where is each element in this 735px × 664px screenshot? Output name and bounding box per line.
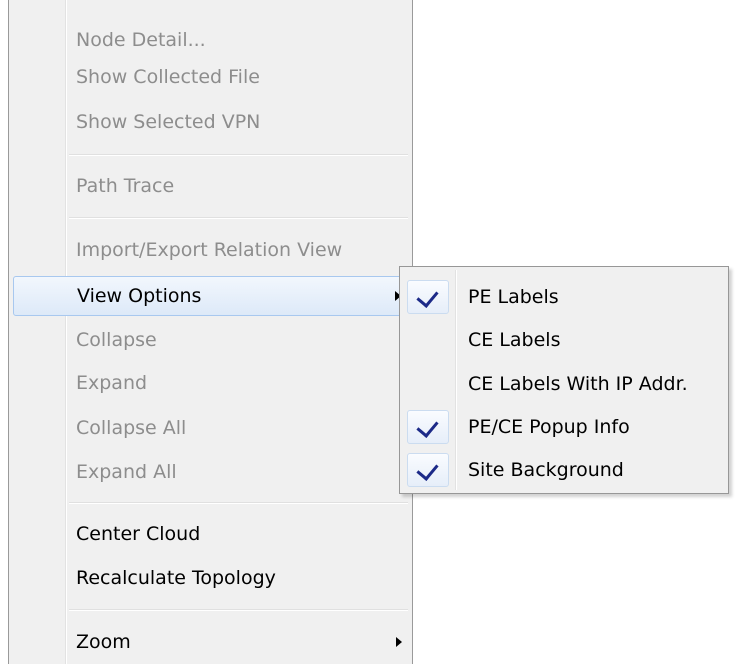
menu-separator — [69, 502, 408, 504]
menu-item-label: Collapse All — [76, 417, 187, 439]
menu-item-label: Path Trace — [76, 175, 175, 197]
menu-item-label: Center Cloud — [76, 523, 201, 545]
checkmark-icon — [416, 458, 439, 481]
menu-item-label: Collapse — [76, 329, 157, 351]
checkmark-icon — [416, 285, 439, 308]
submenu-item-pe-labels[interactable]: PE Labels — [403, 276, 725, 318]
menu-item-center-cloud[interactable]: Center Cloud — [13, 514, 408, 554]
menu-item-label: Expand All — [76, 461, 177, 483]
menu-item-label: Node Detail... — [76, 29, 206, 51]
menu-item-show-selected-vpn: Show Selected VPN — [13, 102, 408, 142]
submenu-item-pe-ce-popup-info[interactable]: PE/CE Popup Info — [403, 406, 725, 448]
menu-item-show-collected-file: Show Collected File — [13, 57, 408, 97]
view-options-submenu: PE Labels CE Labels CE Labels With IP Ad… — [399, 266, 729, 494]
menu-item-expand-all: Expand All — [13, 452, 408, 492]
submenu-item-ce-labels-with-ip-addr[interactable]: CE Labels With IP Addr. — [403, 363, 725, 405]
submenu-item-label: PE Labels — [468, 286, 559, 308]
menu-item-zoom[interactable]: Zoom — [13, 622, 408, 662]
menu-item-label: Import/Export Relation View — [76, 239, 343, 261]
menu-separator — [69, 217, 408, 219]
submenu-arrow-icon — [396, 637, 402, 647]
menu-separator — [69, 609, 408, 611]
menu-item-collapse-all: Collapse All — [13, 408, 408, 448]
menu-item-recalculate-topology[interactable]: Recalculate Topology — [13, 558, 408, 598]
checkmark-icon — [416, 415, 439, 438]
menu-item-import-export-relation-view: Import/Export Relation View — [13, 230, 408, 270]
menu-separator — [69, 154, 408, 156]
menu-item-expand: Expand — [13, 363, 408, 403]
menu-item-label: Show Collected File — [76, 66, 260, 88]
checkbox-checked — [407, 280, 449, 314]
submenu-item-label: Site Background — [468, 459, 624, 481]
checkbox-checked — [407, 453, 449, 487]
menu-item-label: Zoom — [76, 631, 131, 653]
submenu-item-label: CE Labels — [468, 329, 561, 351]
menu-item-label: Show Selected VPN — [76, 111, 261, 133]
submenu-item-ce-labels[interactable]: CE Labels — [403, 319, 725, 361]
context-menu: Node Detail... Show Collected File Show … — [8, 0, 413, 664]
submenu-item-label: PE/CE Popup Info — [468, 416, 630, 438]
menu-item-view-options[interactable]: View Options — [13, 276, 408, 316]
screen: Node Detail... Show Collected File Show … — [0, 0, 735, 664]
checkbox-checked — [407, 410, 449, 444]
menu-item-path-trace: Path Trace — [13, 166, 408, 206]
menu-item-label: Recalculate Topology — [76, 567, 276, 589]
menu-item-label: Expand — [76, 372, 148, 394]
submenu-item-label: CE Labels With IP Addr. — [468, 373, 688, 395]
menu-item-node-detail: Node Detail... — [13, 20, 408, 60]
menu-item-collapse: Collapse — [13, 320, 408, 360]
menu-item-label: View Options — [77, 285, 202, 307]
submenu-item-site-background[interactable]: Site Background — [403, 449, 725, 491]
